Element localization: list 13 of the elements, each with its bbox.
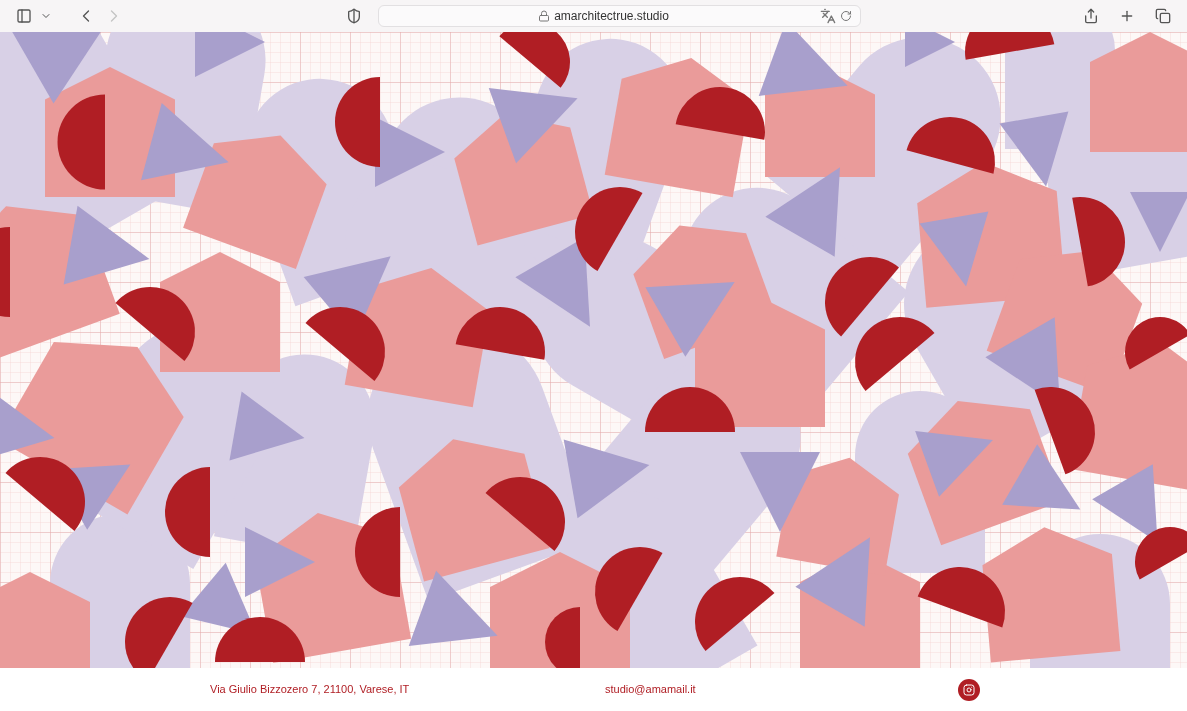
address-text: Via Giulio Bizzozero 7, 21100, Varese, IT xyxy=(210,682,411,698)
share-icon[interactable] xyxy=(1083,8,1099,24)
lock-icon xyxy=(538,10,551,22)
reload-icon[interactable] xyxy=(840,10,852,22)
sidebar-icon[interactable] xyxy=(16,8,32,24)
url-text: amarchitectrue.studio xyxy=(554,8,669,25)
instagram-icon[interactable] xyxy=(958,678,980,701)
address-bar[interactable]: amarchitectrue.studio xyxy=(378,5,861,27)
email-link[interactable]: studio@amamail.it xyxy=(605,681,958,698)
shield-icon[interactable] xyxy=(346,8,362,24)
tabs-overview-icon[interactable] xyxy=(1155,8,1171,24)
translate-icon[interactable] xyxy=(820,8,836,24)
new-tab-icon[interactable] xyxy=(1119,8,1135,24)
